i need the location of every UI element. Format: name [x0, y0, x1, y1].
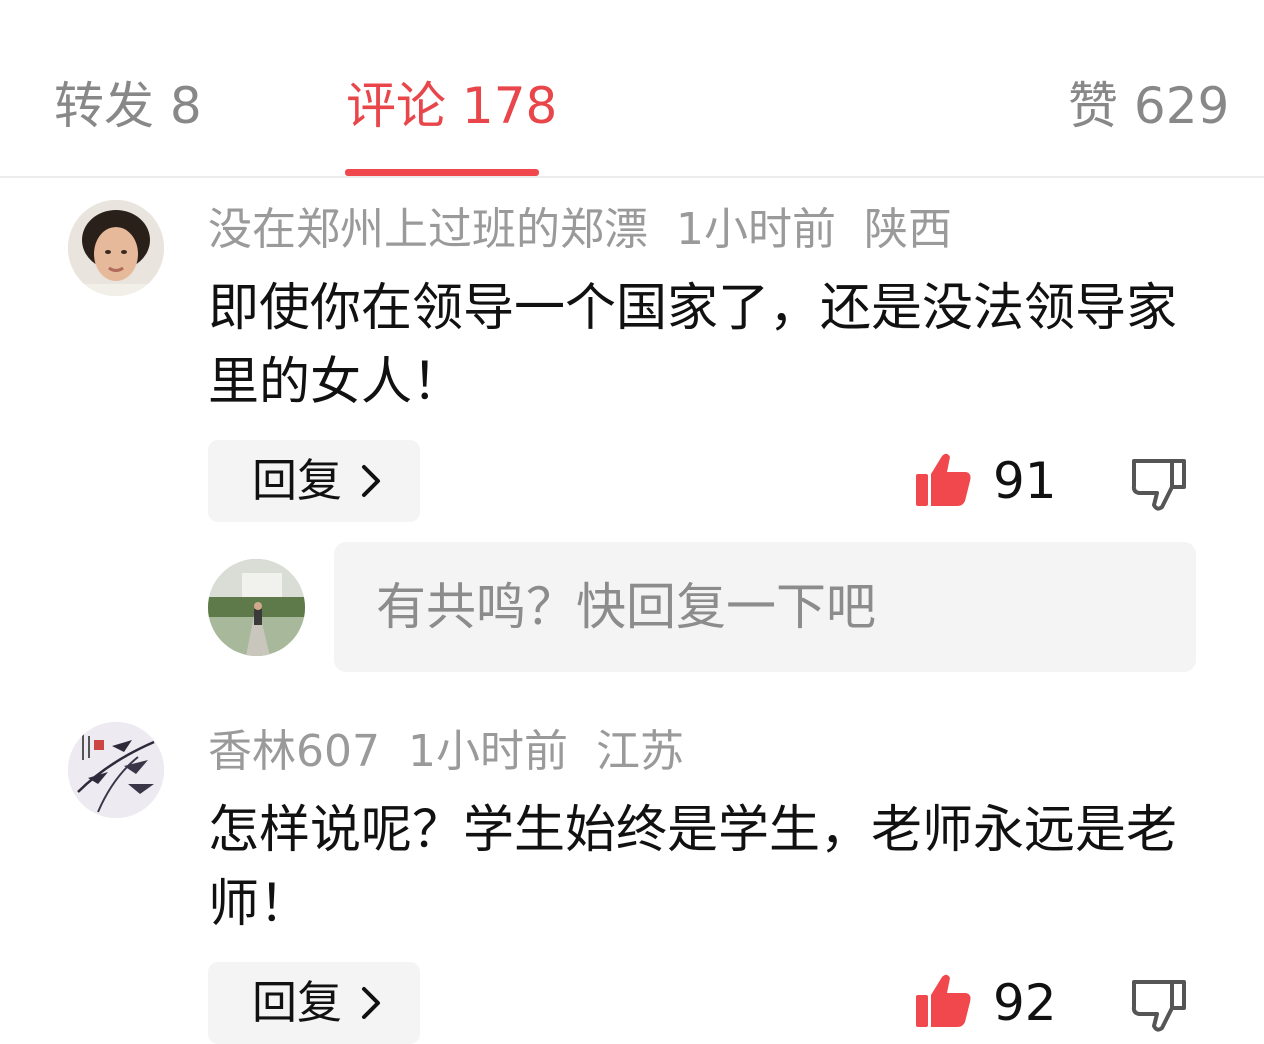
thumbs-up-icon[interactable] [914, 452, 972, 510]
comment-tabs: 转发 8 评论 178 赞 629 [0, 0, 1264, 178]
like-count: 92 [993, 974, 1057, 1032]
username[interactable]: 香林607 [208, 726, 380, 777]
reply-button[interactable]: 回复 [208, 440, 420, 522]
comment-meta: 香林607 1小时前 江苏 [208, 724, 712, 780]
tab-comments[interactable]: 评论 178 [346, 74, 557, 138]
avatar[interactable] [68, 722, 164, 818]
comment-location: 陕西 [864, 204, 952, 255]
chevron-right-icon [362, 465, 380, 497]
tab-reposts[interactable]: 转发 8 [54, 74, 202, 138]
reply-button[interactable]: 回复 [208, 962, 420, 1044]
reply-input[interactable]: 有共鸣？快回复一下吧 [334, 542, 1196, 672]
thumbs-up-icon[interactable] [914, 973, 972, 1031]
comment-time: 1小时前 [676, 204, 836, 255]
comment-time: 1小时前 [407, 726, 568, 777]
avatar [208, 559, 305, 656]
avatar[interactable] [68, 200, 164, 296]
comment-text: 怎样说呢？学生始终是学生，老师永远是老师！ [208, 801, 1178, 934]
comment-location: 江苏 [595, 726, 684, 777]
active-tab-indicator [345, 169, 539, 176]
comment-text: 即使你在领导一个国家了，还是没法领导家里的女人！ [208, 279, 1178, 412]
like-count: 91 [993, 452, 1057, 510]
comment-meta: 没在郑州上过班的郑漂 1小时前 陕西 [208, 202, 980, 258]
reply-input-row: 有共鸣？快回复一下吧 [0, 540, 1264, 674]
chevron-right-icon [362, 987, 380, 1019]
tabs-divider [0, 176, 1264, 178]
thumbs-down-icon[interactable] [1130, 455, 1188, 513]
username[interactable]: 没在郑州上过班的郑漂 [208, 204, 648, 255]
reply-label: 回复 [252, 454, 343, 507]
reply-label: 回复 [252, 976, 343, 1029]
tab-likes[interactable]: 赞 629 [1068, 74, 1229, 138]
thumbs-down-icon[interactable] [1130, 976, 1188, 1034]
